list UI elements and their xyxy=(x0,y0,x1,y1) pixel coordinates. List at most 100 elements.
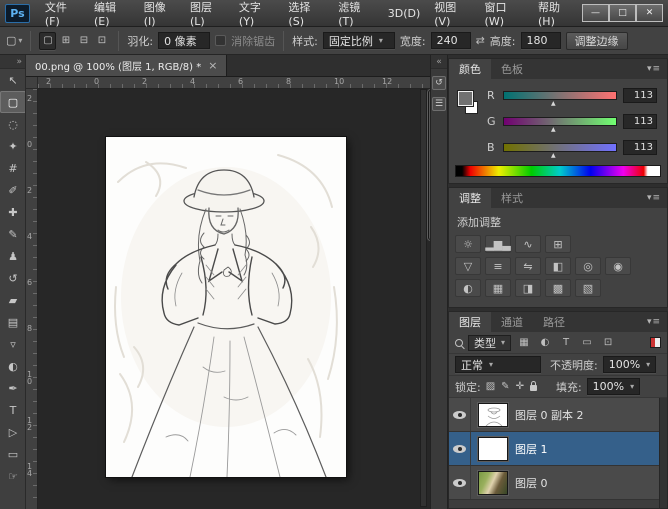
close-document-icon[interactable]: × xyxy=(208,59,217,72)
type-tool[interactable]: T xyxy=(0,399,26,421)
lock-image-icon[interactable]: ✎ xyxy=(501,381,509,392)
document-tab[interactable]: 00.png @ 100% (图层 1, RGB/8) * × xyxy=(26,55,227,76)
dock-expand-icon[interactable]: « xyxy=(431,55,447,69)
crop-tool[interactable]: # xyxy=(0,157,26,179)
layer-thumbnail[interactable] xyxy=(478,403,508,427)
hue-saturation-icon[interactable]: ≡ xyxy=(485,257,511,275)
tab-paths[interactable]: 路径 xyxy=(533,312,575,332)
minimize-button[interactable]: — xyxy=(582,4,609,22)
adjustment-filter-icon[interactable]: ◐ xyxy=(537,335,553,351)
filter-toggle-switch[interactable] xyxy=(650,337,661,348)
lock-position-icon[interactable]: ✛ xyxy=(516,381,524,392)
invert-icon[interactable]: ◐ xyxy=(455,279,481,297)
close-button[interactable]: ✕ xyxy=(636,4,663,22)
layer-row[interactable]: 图层 0 副本 2 xyxy=(449,398,659,432)
swap-width-height-icon[interactable]: ⇄ xyxy=(476,34,485,47)
curves-icon[interactable]: ∿ xyxy=(515,235,541,253)
feather-input[interactable]: 0 像素 xyxy=(158,32,210,49)
layer-thumbnail[interactable] xyxy=(478,437,508,461)
menu-select[interactable]: 选择(S) xyxy=(281,0,331,26)
visibility-cell[interactable] xyxy=(449,398,471,431)
tab-color[interactable]: 颜色 xyxy=(449,59,491,79)
color-balance-icon[interactable]: ⇋ xyxy=(515,257,541,275)
pixel-filter-icon[interactable]: ▦ xyxy=(516,335,532,351)
green-value[interactable]: 113 xyxy=(623,114,657,129)
tab-layers[interactable]: 图层 xyxy=(449,312,491,332)
tab-channels[interactable]: 通道 xyxy=(491,312,533,332)
gradient-tool[interactable]: ▤ xyxy=(0,311,26,333)
hand-tool[interactable]: ☞ xyxy=(0,465,26,487)
exposure-icon[interactable]: ⊞ xyxy=(545,235,571,253)
red-slider[interactable] xyxy=(503,91,617,100)
layer-thumbnail[interactable] xyxy=(478,471,508,495)
eraser-tool[interactable]: ▰ xyxy=(0,289,26,311)
levels-icon[interactable]: ▂▆▃ xyxy=(485,235,511,253)
black-white-icon[interactable]: ◧ xyxy=(545,257,571,275)
new-selection-button[interactable]: ▢ xyxy=(39,32,56,50)
visibility-eye-icon[interactable] xyxy=(453,445,466,453)
pen-tool[interactable]: ✒ xyxy=(0,377,26,399)
rectangular-marquee-tool[interactable]: ▢ xyxy=(0,91,26,113)
add-selection-button[interactable]: ⊞ xyxy=(57,32,74,50)
photo-filter-icon[interactable]: ◎ xyxy=(575,257,601,275)
subtract-selection-button[interactable]: ⊟ xyxy=(75,32,92,50)
clone-stamp-tool[interactable]: ♟ xyxy=(0,245,26,267)
menu-image[interactable]: 图像(I) xyxy=(137,0,183,26)
menu-file[interactable]: 文件(F) xyxy=(38,0,87,26)
quick-selection-tool[interactable]: ✦ xyxy=(0,135,26,157)
blue-slider[interactable] xyxy=(503,143,617,152)
menu-filter[interactable]: 滤镜(T) xyxy=(331,0,381,26)
lock-all-icon[interactable] xyxy=(530,385,537,391)
menu-3d[interactable]: 3D(D) xyxy=(381,0,428,26)
width-input[interactable]: 240 xyxy=(431,32,471,49)
toolbar-expand-icon[interactable]: » xyxy=(0,55,25,69)
visibility-cell[interactable] xyxy=(449,466,471,499)
opacity-input[interactable]: 100% xyxy=(603,356,656,373)
vibrance-icon[interactable]: ▽ xyxy=(455,257,481,275)
type-filter-icon[interactable]: T xyxy=(558,335,574,351)
menu-window[interactable]: 窗口(W) xyxy=(478,0,531,26)
path-selection-tool[interactable]: ▷ xyxy=(0,421,26,443)
blue-value[interactable]: 113 xyxy=(623,140,657,155)
menu-type[interactable]: 文字(Y) xyxy=(232,0,282,26)
maximize-button[interactable]: □ xyxy=(609,4,636,22)
layers-scrollbar[interactable] xyxy=(659,398,667,508)
smart-object-filter-icon[interactable]: ⊡ xyxy=(600,335,616,351)
lock-transparency-icon[interactable]: ▨ xyxy=(486,381,495,392)
antialias-checkbox[interactable] xyxy=(215,35,226,46)
menu-layer[interactable]: 图层(L) xyxy=(183,0,232,26)
panel-menu-icon[interactable]: ▾≡ xyxy=(647,193,667,203)
foreground-color-swatch[interactable] xyxy=(458,91,473,106)
visibility-eye-icon[interactable] xyxy=(453,479,466,487)
fill-input[interactable]: 100% xyxy=(587,378,640,395)
brightness-contrast-icon[interactable]: ☼ xyxy=(455,235,481,253)
red-value[interactable]: 113 xyxy=(623,88,657,103)
brush-tool[interactable]: ✎ xyxy=(0,223,26,245)
canvas[interactable] xyxy=(106,137,346,477)
gradient-map-icon[interactable]: ▩ xyxy=(545,279,571,297)
layer-row-selected[interactable]: 图层 1 xyxy=(449,432,659,466)
menu-edit[interactable]: 编辑(E) xyxy=(87,0,137,26)
color-ramp[interactable] xyxy=(455,165,661,177)
intersect-selection-button[interactable]: ⊡ xyxy=(93,32,110,50)
posterize-icon[interactable]: ▦ xyxy=(485,279,511,297)
tool-preset-dropdown[interactable]: ▢ ▾ xyxy=(6,34,22,47)
dodge-tool[interactable]: ◐ xyxy=(0,355,26,377)
lasso-tool[interactable]: ◌ xyxy=(0,113,26,135)
move-tool[interactable]: ↖ xyxy=(0,69,26,91)
height-input[interactable]: 180 xyxy=(521,32,561,49)
vertical-scrollbar[interactable] xyxy=(420,89,427,507)
panel-menu-icon[interactable]: ▾≡ xyxy=(647,64,667,74)
history-brush-tool[interactable]: ↺ xyxy=(0,267,26,289)
rectangle-tool[interactable]: ▭ xyxy=(0,443,26,465)
properties-panel-icon[interactable]: ☰ xyxy=(432,97,446,111)
refine-edge-button[interactable]: 调整边缘 xyxy=(566,32,628,50)
layer-row[interactable]: 图层 0 xyxy=(449,466,659,500)
healing-brush-tool[interactable]: ✚ xyxy=(0,201,26,223)
selective-color-icon[interactable]: ▧ xyxy=(575,279,601,297)
channel-mixer-icon[interactable]: ◉ xyxy=(605,257,631,275)
menu-help[interactable]: 帮助(H) xyxy=(531,0,582,26)
tab-styles[interactable]: 样式 xyxy=(491,188,533,208)
shape-filter-icon[interactable]: ▭ xyxy=(579,335,595,351)
green-slider[interactable] xyxy=(503,117,617,126)
